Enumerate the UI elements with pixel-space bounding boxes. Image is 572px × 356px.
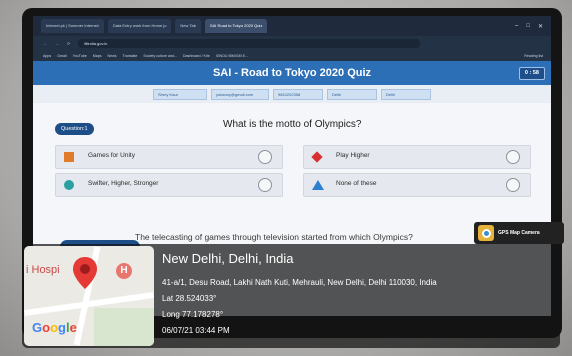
location-datetime: 06/07/21 03:44 PM [162, 326, 230, 335]
user-name-field: Shrey Kaur [153, 88, 207, 100]
option-label: Swifter, Higher, Stronger [88, 180, 159, 187]
maximize-icon[interactable]: □ [526, 23, 530, 30]
tab-internet-pk[interactable]: Internet.pk | Summer Internsh [41, 19, 104, 33]
option-label: None of these [336, 180, 377, 187]
square-icon [64, 152, 74, 162]
google-logo: Google [32, 320, 77, 335]
next-question-text: The telecasting of games through televis… [135, 232, 413, 242]
user-phone-field: 9810202358 [273, 88, 323, 100]
quiz-title: SAI - Road to Tokyo 2020 Quiz [212, 67, 372, 79]
reading-list[interactable]: Reading list [524, 54, 551, 58]
location-map-thumbnail: i Hospi H Google [24, 246, 154, 346]
diamond-icon [311, 151, 323, 163]
bookmark-maps[interactable]: Maps [93, 54, 102, 58]
user-email-field: yukanoy@gmail.com [211, 88, 269, 100]
radio-button[interactable] [258, 178, 272, 192]
address-bar: ← → ⟳ fitindia.gov.in [33, 36, 551, 50]
bookmark-news[interactable]: News [108, 54, 117, 58]
bookmark-youtube[interactable]: YouTube [73, 54, 87, 58]
quiz-timer: 0 : 58 [518, 67, 545, 80]
user-state-field: Delhi [327, 88, 377, 100]
bookmark-translate[interactable]: Translate [123, 54, 138, 58]
triangle-icon [312, 180, 324, 190]
bookmark-ignou[interactable]: IGNOU IBM/GM E... [216, 54, 248, 58]
option-swifter-higher-stronger[interactable]: Swifter, Higher, Stronger [55, 173, 283, 197]
back-icon[interactable]: ← [43, 41, 47, 46]
quiz-header: SAI - Road to Tokyo 2020 Quiz 0 : 58 [33, 61, 551, 85]
minimize-icon[interactable]: – [515, 23, 518, 30]
question-label: Question:1 [55, 123, 94, 135]
location-city: New Delhi, Delhi, India [162, 251, 294, 266]
window-controls: – □ ✕ [515, 23, 551, 30]
circle-icon [64, 180, 74, 190]
radio-button[interactable] [506, 150, 520, 164]
gps-camera-icon [478, 225, 494, 241]
tab-bar: Internet.pk | Summer Internsh Data Entry… [33, 16, 551, 36]
close-icon[interactable]: ✕ [538, 23, 543, 30]
bookmark-society[interactable]: Society culture and... [143, 54, 177, 58]
gps-badge-label: GPS Map Camera [498, 230, 540, 236]
user-info-row: Shrey Kaur yukanoy@gmail.com 9810202358 … [33, 85, 551, 103]
radio-button[interactable] [258, 150, 272, 164]
radio-button[interactable] [506, 178, 520, 192]
tab-data-entry[interactable]: Data Entry work from Home jo [107, 19, 172, 33]
option-play-higher[interactable]: Play Higher [303, 145, 531, 169]
gps-map-camera-badge: GPS Map Camera [474, 222, 564, 244]
reload-icon[interactable]: ⟳ [67, 41, 70, 46]
location-address: 41-a/1, Desu Road, Lakhi Nath Kuti, Mehr… [162, 278, 437, 287]
option-label: Games for Unity [88, 152, 135, 159]
location-latitude: Lat 28.524033° [162, 294, 217, 303]
hospital-icon: H [116, 263, 132, 279]
map-place-label: i Hospi [26, 264, 60, 276]
user-city-field: Delhi [381, 88, 431, 100]
location-longitude: Long 77.178278° [162, 310, 224, 319]
tab-new-tab[interactable]: New Tab [175, 19, 201, 33]
bookmark-apps[interactable]: Apps [43, 54, 51, 58]
tab-sai-quiz[interactable]: SAI Road to Tokyo 2020 Quiz [204, 19, 268, 33]
option-label: Play Higher [336, 152, 370, 159]
url-field[interactable]: fitindia.gov.in [78, 38, 421, 48]
option-none-of-these[interactable]: None of these [303, 173, 531, 197]
bookmark-gmail[interactable]: Gmail [57, 54, 66, 58]
option-games-for-unity[interactable]: Games for Unity [55, 145, 283, 169]
map-pin-icon [73, 257, 97, 289]
bookmark-kite[interactable]: Dashboard / Kite [183, 54, 210, 58]
bookmarks-bar: Apps Gmail YouTube Maps News Translate S… [33, 50, 551, 61]
question-text: What is the motto of Olympics? [223, 119, 362, 130]
forward-icon[interactable]: → [55, 41, 59, 46]
